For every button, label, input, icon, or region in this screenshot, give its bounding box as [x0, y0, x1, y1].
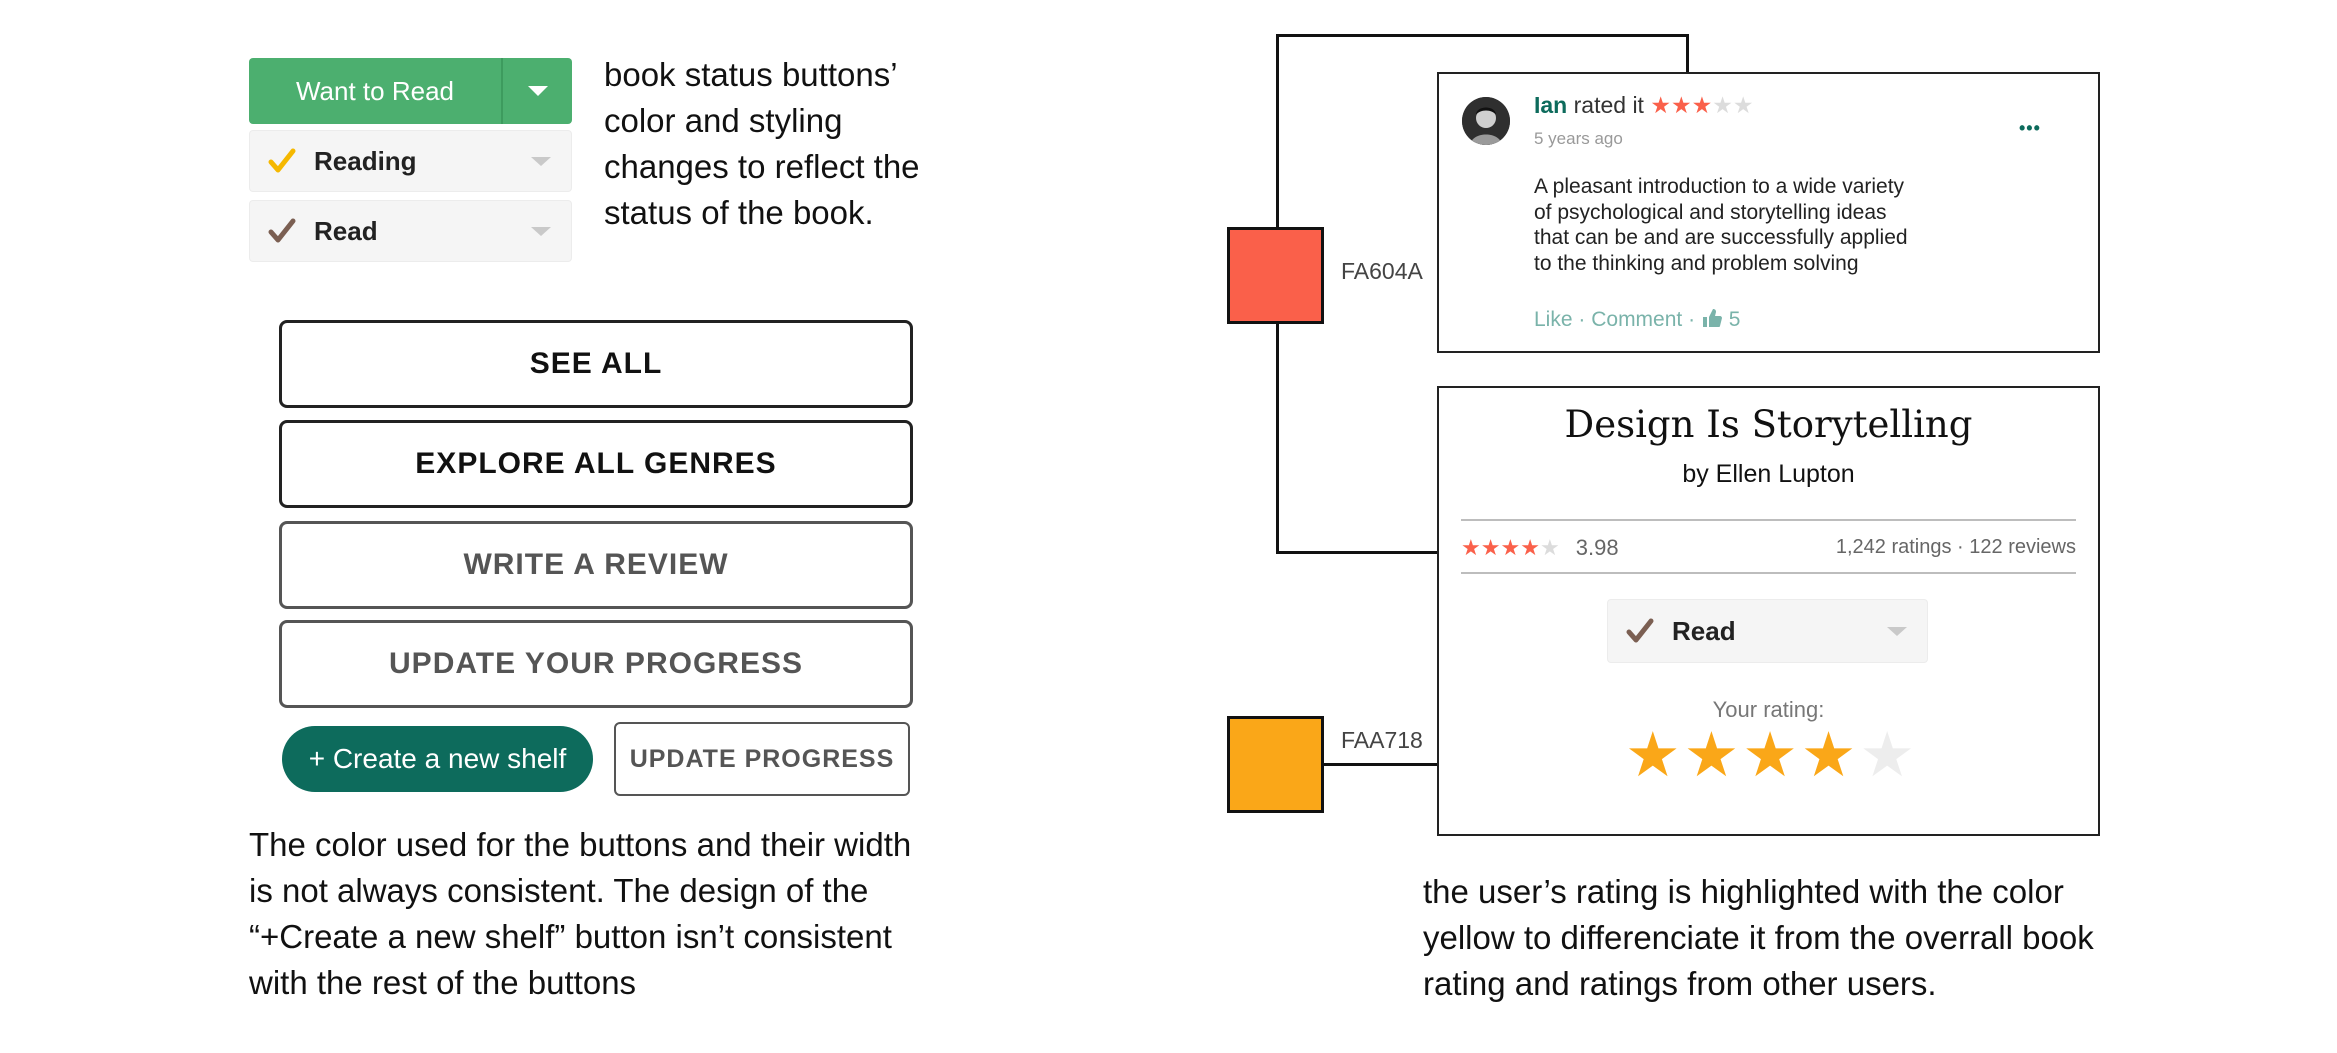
avatar[interactable]: [1462, 97, 1510, 145]
review-line: of psychological and storytelling ideas: [1534, 200, 1887, 224]
star-icon[interactable]: ★: [1742, 724, 1798, 788]
review-body: A pleasant introduction to a wide variet…: [1534, 174, 1974, 278]
status-buttons-note: book status buttons’ color and styling c…: [604, 52, 920, 236]
want-to-read-label: Want to Read: [295, 75, 454, 106]
book-title: Design Is Storytelling: [1564, 403, 1973, 446]
chevron-down-icon[interactable]: [511, 156, 571, 166]
star-icon: ★: [1670, 92, 1692, 118]
star-icon: ★: [1461, 535, 1481, 560]
user-rating-stars[interactable]: ★ ★ ★ ★ ★: [1625, 724, 1915, 788]
chevron-down-icon[interactable]: [503, 86, 572, 96]
note-line: with the rest of the buttons: [249, 964, 637, 1001]
explore-genres-button[interactable]: EXPLORE ALL GENRES: [279, 420, 913, 508]
book-author: by Ellen Lupton: [1682, 460, 1855, 488]
divider: [1461, 519, 2076, 521]
note-line: changes to reflect the: [604, 148, 920, 185]
create-shelf-button[interactable]: + Create a new shelf: [282, 726, 593, 792]
chevron-down-icon[interactable]: [511, 226, 571, 236]
note-line: status of the book.: [604, 194, 874, 231]
star-icon: ★: [1500, 535, 1521, 560]
star-icon[interactable]: ★: [1859, 724, 1915, 788]
comment-link[interactable]: Comment: [1591, 308, 1682, 331]
separator: ·: [1578, 308, 1586, 331]
rated-it-text: rated it: [1573, 92, 1644, 118]
review-line: to the thinking and problem solving: [1534, 251, 1859, 275]
star-icon: ★: [1732, 92, 1754, 118]
star-icon[interactable]: ★: [1801, 724, 1857, 788]
rating-note: the user’s rating is highlighted with th…: [1423, 869, 2094, 1007]
note-line: “+Create a new shelf” button isn’t consi…: [249, 918, 892, 955]
note-line: the user’s rating is highlighted with th…: [1423, 873, 2064, 910]
star-icon[interactable]: ★: [1684, 724, 1740, 788]
book-stars: ★★★★★: [1461, 535, 1566, 560]
book-read-status-button[interactable]: Read: [1607, 599, 1928, 663]
star-icon: ★: [1712, 92, 1733, 118]
review-header: Ian rated it ★★★★★: [1534, 92, 1753, 119]
check-icon: [250, 147, 314, 175]
likes-count: 5: [1728, 308, 1741, 331]
buttons-note: The color used for the buttons and their…: [249, 822, 911, 1006]
your-rating-label: Your rating:: [1712, 697, 1825, 722]
separator: ·: [1688, 308, 1696, 331]
update-progress-button[interactable]: UPDATE PROGRESS: [614, 722, 910, 796]
review-line: that can be and are successfully applied: [1534, 226, 1908, 249]
note-line: color and styling: [604, 102, 843, 139]
reading-status-button[interactable]: Reading: [249, 130, 572, 192]
red-hex-label: FA604A: [1341, 258, 1423, 284]
read-label: Read: [1672, 615, 1736, 646]
connector-line: [1276, 34, 1688, 37]
note-line: is not always consistent. The design of …: [249, 872, 869, 909]
divider: [1461, 572, 2076, 574]
star-icon: ★: [1650, 92, 1671, 118]
want-to-read-button[interactable]: Want to Read: [249, 58, 572, 124]
review-line: A pleasant introduction to a wide variet…: [1534, 175, 1905, 198]
note-line: The color used for the buttons and their…: [249, 826, 912, 863]
read-label: Read: [314, 215, 378, 246]
star-icon[interactable]: ★: [1625, 724, 1681, 788]
review-actions: Like · Comment · 5: [1534, 307, 1740, 335]
reading-label: Reading: [314, 145, 417, 176]
orange-color-swatch: [1227, 716, 1324, 813]
more-options-icon[interactable]: •••: [2019, 118, 2041, 139]
check-icon: [1608, 617, 1672, 645]
update-your-progress-button[interactable]: UPDATE YOUR PROGRESS: [279, 620, 913, 708]
check-icon: [250, 217, 314, 245]
thumbs-up-icon[interactable]: [1701, 307, 1723, 335]
see-all-button[interactable]: SEE ALL: [279, 320, 913, 408]
note-line: rating and ratings from other users.: [1423, 965, 1937, 1002]
ratings-count[interactable]: 1,242 ratings · 122 reviews: [1700, 536, 2076, 559]
read-status-button[interactable]: Read: [249, 200, 572, 262]
orange-hex-label: FAA718: [1341, 727, 1423, 753]
review-time: 5 years ago: [1534, 129, 1623, 148]
star-icon: ★: [1539, 535, 1560, 560]
red-color-swatch: [1227, 227, 1324, 324]
review-stars: ★★★★★: [1650, 92, 1753, 118]
book-rating-row: ★★★★★ 3.98: [1461, 535, 1619, 561]
like-link[interactable]: Like: [1534, 308, 1573, 331]
reviewer-name-link[interactable]: Ian: [1534, 92, 1567, 118]
star-icon: ★: [1691, 92, 1713, 118]
average-rating: 3.98: [1575, 535, 1619, 560]
note-line: book status buttons’: [604, 56, 898, 93]
write-review-button[interactable]: WRITE A REVIEW: [279, 521, 913, 609]
note-line: yellow to differenciate it from the over…: [1423, 919, 2094, 956]
star-icon: ★: [1520, 535, 1540, 560]
star-icon: ★: [1480, 535, 1501, 560]
chevron-down-icon[interactable]: [1867, 626, 1927, 636]
